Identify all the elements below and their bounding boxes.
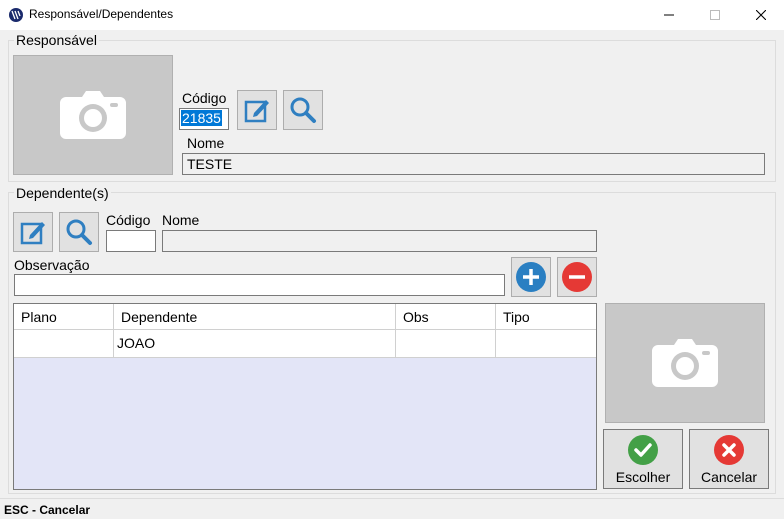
cell-plano	[14, 330, 114, 357]
dependente-nome-input[interactable]	[162, 230, 597, 252]
responsavel-nome-label: Nome	[187, 135, 225, 151]
check-icon	[628, 435, 658, 465]
responsavel-edit-button[interactable]	[237, 90, 277, 130]
dependente-codigo-label: Código	[106, 212, 151, 228]
plus-icon	[516, 262, 546, 292]
responsavel-codigo-input[interactable]: 21835	[179, 108, 229, 130]
cell-obs	[396, 330, 496, 357]
edit-icon	[244, 100, 269, 123]
dependentes-grid[interactable]: Plano Dependente Obs Tipo JOAO	[13, 303, 597, 490]
escolher-button[interactable]: Escolher	[603, 429, 683, 489]
maximize-button[interactable]	[692, 0, 738, 30]
responsavel-codigo-value: 21835	[181, 110, 222, 126]
dependente-nome-label: Nome	[162, 212, 200, 228]
responsavel-search-button[interactable]	[283, 90, 323, 130]
dependente-legend: Dependente(s)	[14, 185, 111, 201]
observacao-label: Observação	[14, 257, 90, 273]
app-logo-icon	[8, 7, 24, 23]
responsavel-codigo-label: Código	[182, 90, 227, 106]
column-header-obs[interactable]: Obs	[396, 304, 496, 329]
camera-icon	[60, 91, 126, 139]
remove-dependente-button[interactable]	[557, 257, 597, 297]
dependente-photo[interactable]	[605, 303, 765, 423]
cell-tipo	[496, 330, 596, 357]
minimize-button[interactable]	[646, 0, 692, 30]
grid-header: Plano Dependente Obs Tipo	[14, 304, 596, 330]
cancelar-label: Cancelar	[700, 469, 758, 485]
close-button[interactable]	[738, 0, 784, 30]
window-title: Responsável/Dependentes	[29, 7, 174, 21]
cancelar-button[interactable]: Cancelar	[689, 429, 769, 489]
dependente-search-button[interactable]	[59, 212, 99, 252]
x-circle-icon	[714, 435, 744, 465]
edit-icon	[20, 222, 45, 245]
search-icon	[290, 97, 316, 123]
dependente-codigo-input[interactable]	[106, 230, 156, 252]
camera-icon	[652, 339, 718, 387]
cell-dependente: JOAO	[114, 330, 396, 357]
minus-icon	[562, 262, 592, 292]
column-header-tipo[interactable]: Tipo	[496, 304, 596, 329]
column-header-dependente[interactable]: Dependente	[114, 304, 396, 329]
dependente-edit-button[interactable]	[13, 212, 53, 252]
search-icon	[66, 219, 92, 245]
column-header-plano[interactable]: Plano	[14, 304, 114, 329]
escolher-label: Escolher	[615, 469, 671, 485]
responsavel-photo[interactable]	[13, 55, 173, 175]
observacao-input[interactable]	[14, 274, 505, 296]
responsavel-nome-input[interactable]: TESTE	[182, 153, 765, 175]
responsavel-legend: Responsável	[14, 32, 99, 48]
table-row[interactable]: JOAO	[14, 330, 596, 358]
add-dependente-button[interactable]	[511, 257, 551, 297]
status-bar: ESC - Cancelar	[0, 498, 784, 519]
